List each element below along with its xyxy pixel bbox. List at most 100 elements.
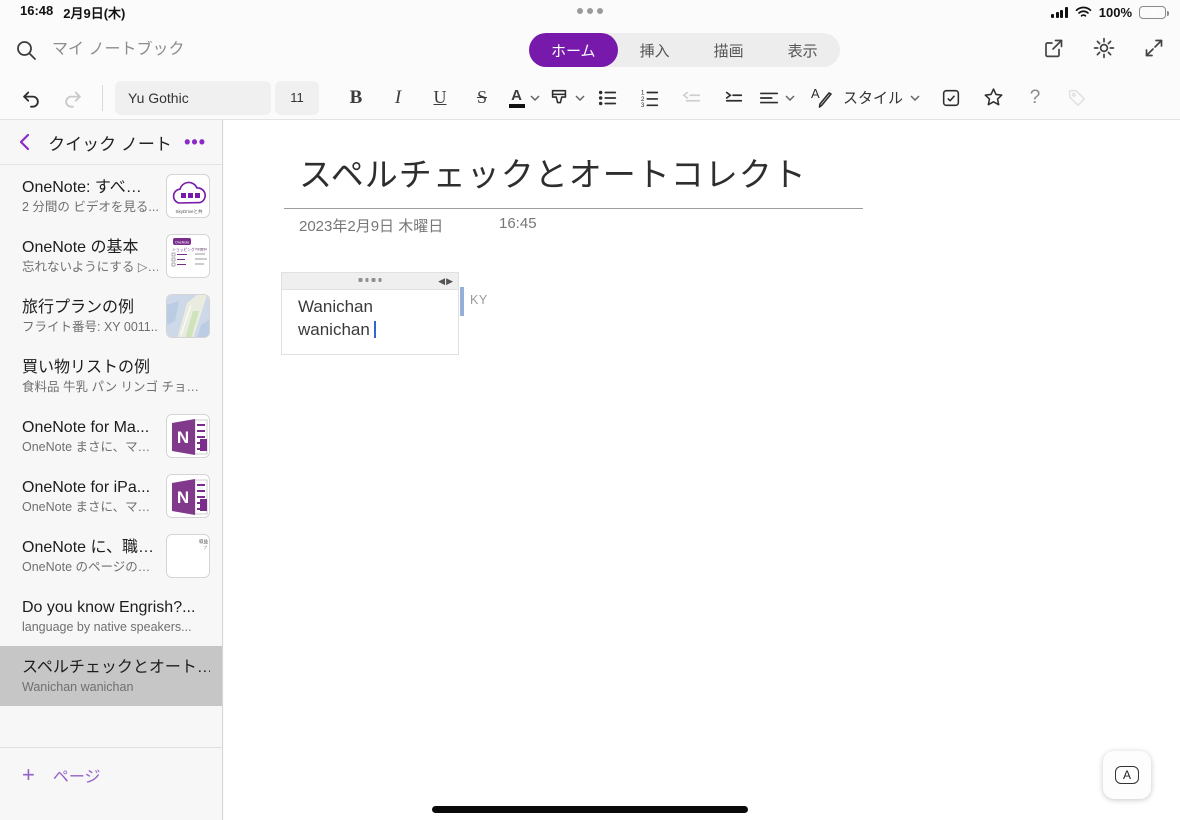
svg-text:A: A [811, 86, 820, 101]
page-item-subtitle: 2 分間の ビデオを見る... [22, 199, 158, 214]
strikethrough-button[interactable]: S [461, 80, 503, 116]
app-header: ホーム挿入描画表示 [0, 24, 1180, 76]
clock: 16:48 [20, 2, 54, 18]
page-time: 16:45 [499, 215, 537, 232]
page-item-subtitle: language by native speakers... [22, 619, 192, 634]
page-list-item[interactable]: OneNote に、職… OneNote のページの… 収益プ [0, 526, 222, 586]
undo-button[interactable] [10, 80, 52, 116]
section-title: クイック ノート [48, 134, 172, 154]
fullscreen-icon[interactable] [1142, 36, 1166, 60]
svg-text:N: N [177, 488, 189, 507]
notes-page-thumbnail: OneNote ショッピング リスト [166, 234, 210, 278]
chevron-down-icon [529, 94, 540, 101]
align-icon [759, 92, 778, 103]
bold-button[interactable]: B [335, 80, 377, 116]
text-cursor [373, 321, 376, 338]
page-list: OneNote: すべ… 2 分間の ビデオを見る... SkyDriveと共 … [0, 166, 222, 706]
page-list-item[interactable]: OneNote: すべ… 2 分間の ビデオを見る... SkyDriveと共 [0, 166, 222, 226]
back-chevron-icon[interactable] [14, 131, 36, 153]
formatting-toolbar: Yu Gothic 11 B I U S A 123 A スタイル ? [0, 76, 1180, 120]
map-thumbnail [166, 294, 210, 338]
sidebar-footer: + ページ [0, 747, 222, 788]
outdent-button[interactable] [671, 80, 713, 116]
add-page-label: ページ [52, 769, 101, 786]
add-page-button[interactable]: + ページ [22, 762, 222, 788]
ribbon-tab-group: ホーム 挿入 描画 表示 [529, 33, 840, 67]
onenote-logo-thumbnail: N [166, 414, 210, 458]
tag-button[interactable] [1056, 80, 1098, 116]
search-input[interactable] [52, 41, 352, 59]
star-button[interactable] [972, 80, 1014, 116]
chevron-down-icon [910, 94, 920, 101]
underline-button[interactable]: U [419, 80, 461, 116]
highlighter-button[interactable] [545, 80, 587, 116]
page-list-item[interactable]: OneNote for iPa... OneNote まさに、マ… N [0, 466, 222, 526]
svg-text:プ: プ [203, 544, 207, 550]
page-list-item[interactable]: 旅行プランの例 フライト番号: XY 0011... [0, 286, 222, 346]
todo-checkbox-button[interactable] [930, 80, 972, 116]
styles-label: スタイル [843, 90, 904, 107]
page-item-subtitle: 忘れないようにする ▷… [22, 259, 158, 274]
share-icon[interactable] [1042, 36, 1066, 60]
search-bar[interactable] [14, 38, 394, 62]
styles-button[interactable]: A スタイル [811, 80, 920, 116]
font-color-button[interactable]: A [503, 80, 545, 116]
page-list-item[interactable]: OneNote for Ma... OneNote まさに、マ… N [0, 406, 222, 466]
tab-3[interactable]: 表示 [766, 33, 840, 67]
tab-0[interactable]: ホーム [529, 33, 618, 67]
font-color-icon: A [508, 88, 525, 108]
battery-percent: 100% [1098, 4, 1132, 20]
page-item-title: OneNote for iPa... [22, 478, 151, 496]
status-bar: 16:48 2月9日(木) 100% ⚡ [0, 0, 1180, 24]
home-indicator[interactable] [432, 806, 748, 813]
page-item-subtitle: OneNote まさに、マ… [22, 439, 151, 454]
onenote-logo-thumbnail: N [166, 474, 210, 518]
note-text[interactable]: Wanichan wanichan [282, 290, 458, 341]
cellular-signal-icon [1051, 6, 1068, 18]
tab-2[interactable]: 描画 [692, 33, 766, 67]
note-container[interactable]: ◀▶ Wanichan wanichan [281, 272, 459, 355]
page-list-item[interactable]: OneNote の基本 忘れないようにする ▷… OneNote ショッピング リ… [0, 226, 222, 286]
svg-text:SkyDriveと共: SkyDriveと共 [175, 208, 203, 215]
svg-text:3: 3 [641, 102, 645, 109]
coauthor-initials: KY [470, 293, 488, 307]
page-list-item[interactable]: 買い物リストの例 食料品 牛乳 パン リンゴ チョ… [0, 346, 222, 406]
note-canvas[interactable]: スペルチェックとオートコレクト 2023年2月9日 木曜日 16:45 ◀▶ W… [224, 120, 1180, 820]
alignment-button[interactable] [755, 80, 797, 116]
italic-button[interactable]: I [377, 80, 419, 116]
title-divider [284, 208, 863, 209]
page-item-subtitle: フライト番号: XY 0011... [22, 319, 158, 334]
resize-arrows-icon[interactable]: ◀▶ [438, 276, 454, 287]
note-container-handle[interactable]: ◀▶ [282, 273, 458, 290]
page-title[interactable]: スペルチェックとオートコレクト [299, 148, 807, 196]
indent-button[interactable] [713, 80, 755, 116]
plus-icon: + [22, 762, 35, 787]
multitask-indicator-icon[interactable] [577, 8, 603, 14]
chevron-down-icon [784, 94, 795, 101]
page-item-subtitle: Wanichan wanichan [22, 679, 134, 694]
chevron-down-icon [574, 94, 585, 101]
page-item-title: OneNote の基本 [22, 238, 139, 256]
more-options-icon[interactable]: ••• [184, 132, 206, 153]
page-item-subtitle: OneNote のページの… [22, 559, 151, 574]
date: 2月9日(木) [63, 5, 126, 21]
help-button[interactable]: ? [1014, 80, 1056, 116]
bullet-list-button[interactable] [587, 80, 629, 116]
settings-gear-icon[interactable] [1092, 36, 1116, 60]
svg-text:収益: 収益 [199, 538, 208, 545]
page-item-title: 旅行プランの例 [22, 298, 135, 316]
font-name-field[interactable]: Yu Gothic [115, 80, 271, 115]
tab-1[interactable]: 挿入 [618, 33, 692, 67]
numbered-list-button[interactable]: 123 [629, 80, 671, 116]
page-item-title: 買い物リストの例 [22, 358, 151, 376]
page-date: 2023年2月9日 木曜日 [299, 218, 444, 235]
font-size-field[interactable]: 11 [275, 80, 319, 115]
page-item-title: スペルチェックとオート… [22, 658, 210, 676]
page-list-item[interactable]: スペルチェックとオート… Wanichan wanichan [0, 646, 222, 706]
redo-button[interactable] [52, 80, 94, 116]
page-item-subtitle: OneNote まさに、マ… [22, 499, 151, 514]
keyboard-dismiss-button[interactable]: A [1103, 751, 1151, 799]
page-item-title: Do you know Engrish?... [22, 598, 196, 616]
page-list-item[interactable]: Do you know Engrish?... language by nati… [0, 586, 222, 646]
drag-grip-icon [358, 278, 382, 282]
